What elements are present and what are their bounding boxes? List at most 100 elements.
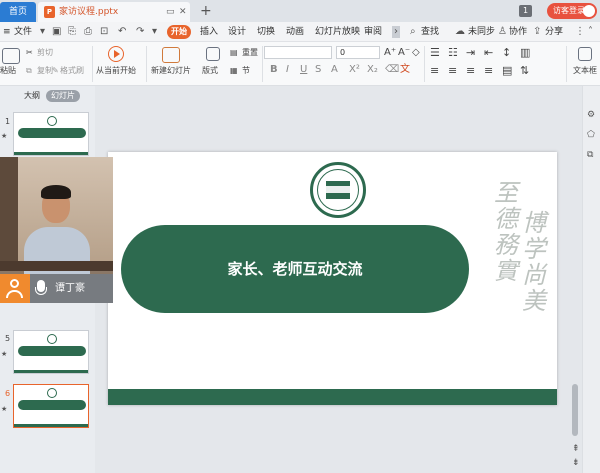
scrollbar-thumb[interactable] xyxy=(572,384,578,436)
tab-file[interactable]: P 家访议程.pptx ▭ ✕ xyxy=(38,2,190,22)
more-chevron-icon[interactable]: ▾ xyxy=(152,26,157,38)
menu-review[interactable]: 审阅 xyxy=(364,22,382,42)
menu-insert[interactable]: 插入 xyxy=(200,22,218,42)
menu-design[interactable]: 设计 xyxy=(228,22,246,42)
decrease-font-icon[interactable]: A⁻ xyxy=(398,48,410,58)
paste-button[interactable]: 粘贴 xyxy=(0,66,16,76)
font-name-select[interactable] xyxy=(264,46,332,59)
properties-icon[interactable]: ⚙ xyxy=(587,110,595,120)
menu-transition[interactable]: 切换 xyxy=(257,22,275,42)
cut-icon[interactable]: ✂ xyxy=(26,48,33,58)
section-button[interactable]: 节 xyxy=(242,66,250,76)
increase-font-icon[interactable]: A⁺ xyxy=(384,48,396,58)
text-direction-icon[interactable]: ⇅ xyxy=(520,65,529,76)
more-options-icon[interactable]: ⋮ xyxy=(575,26,585,38)
tab-slides[interactable]: 幻灯片 xyxy=(46,90,80,102)
menu-slideshow[interactable]: 幻灯片放映 xyxy=(315,22,360,42)
sync-status[interactable]: 未同步 xyxy=(468,22,495,42)
save-icon[interactable]: ▣ xyxy=(52,26,61,38)
menu-more-icon[interactable]: › xyxy=(392,26,400,38)
reset-button[interactable]: 重置 xyxy=(242,48,258,58)
new-slide-button[interactable]: 新建幻灯片 xyxy=(151,66,191,76)
print-icon[interactable]: ⎙ xyxy=(84,26,92,38)
search-label[interactable]: 查找 xyxy=(421,22,439,42)
play-from-current-button[interactable]: 从当前开始 xyxy=(96,66,136,76)
align-left-icon[interactable]: ≡ xyxy=(430,65,439,76)
logo-script xyxy=(319,186,357,193)
window-count-badge[interactable]: 1 xyxy=(519,5,532,17)
hamburger-icon[interactable]: ≡ xyxy=(3,22,11,42)
scroll-down-icon[interactable]: ⇟ xyxy=(572,458,580,468)
subscript-icon[interactable]: X₂ xyxy=(367,64,378,76)
undo-icon[interactable]: ↶ xyxy=(118,26,126,38)
thumbnail-band xyxy=(18,400,86,410)
play-icon[interactable] xyxy=(108,46,124,62)
export-icon[interactable]: ⎘ xyxy=(68,26,76,38)
text-box-icon[interactable] xyxy=(578,47,592,61)
font-size-select[interactable]: 0 xyxy=(336,46,380,59)
slide-thumbnail-5[interactable] xyxy=(13,330,89,374)
format-painter-icon[interactable]: ✎ xyxy=(52,66,59,76)
share-icon[interactable]: ⇪ xyxy=(533,26,541,38)
close-tab-icon[interactable]: ✕ xyxy=(179,6,187,18)
share-label[interactable]: 分享 xyxy=(545,22,563,42)
new-slide-icon[interactable] xyxy=(162,47,180,63)
justify-icon[interactable]: ≡ xyxy=(484,65,493,76)
title-bar: 首页 P 家访议程.pptx ▭ ✕ + 1 访客登录 xyxy=(0,0,600,22)
indent-icon[interactable]: ⇥ xyxy=(466,47,475,58)
menu-animation[interactable]: 动画 xyxy=(286,22,304,42)
paste-icon[interactable] xyxy=(2,48,20,64)
copy-icon[interactable]: ⧉ xyxy=(26,66,32,76)
format-painter-button[interactable]: 格式刷 xyxy=(60,66,84,76)
menu-file[interactable]: 文件 xyxy=(14,22,32,42)
bullets-icon[interactable]: ☰ xyxy=(430,47,440,58)
collapse-ribbon-icon[interactable]: ˄ xyxy=(588,26,593,38)
eraser-icon[interactable]: ⌫ xyxy=(385,64,399,76)
phonetic-icon[interactable]: 文 xyxy=(400,64,410,76)
tab-home[interactable]: 首页 xyxy=(0,2,36,22)
clear-format-icon[interactable]: ◇ xyxy=(412,48,420,58)
cloud-icon[interactable]: ☁ xyxy=(455,26,465,38)
select-pane-icon[interactable]: ⧉ xyxy=(587,150,593,160)
thumbnail-number: 1 xyxy=(5,117,11,126)
distribute-icon[interactable]: ▤ xyxy=(502,65,512,76)
italic-icon[interactable]: I xyxy=(286,64,289,76)
chevron-down-icon[interactable]: ▾ xyxy=(40,26,45,38)
add-tab-button[interactable]: + xyxy=(200,3,212,19)
slide-thumbnail-1[interactable] xyxy=(13,112,89,156)
print-preview-icon[interactable]: ⊡ xyxy=(100,26,108,38)
bold-icon[interactable]: B xyxy=(270,64,278,76)
line-spacing-icon[interactable]: ↕ xyxy=(502,47,511,58)
scroll-up-icon[interactable]: ⇞ xyxy=(572,444,580,454)
outdent-icon[interactable]: ⇤ xyxy=(484,47,493,58)
guest-login-button[interactable]: 访客登录 xyxy=(547,3,597,19)
right-toolbar xyxy=(582,86,600,473)
search-icon[interactable]: ⌕ xyxy=(410,26,416,38)
layout-button[interactable]: 版式 xyxy=(202,66,218,76)
window-restore-icon[interactable]: ▭ xyxy=(166,6,175,18)
collab-label[interactable]: 协作 xyxy=(509,22,527,42)
cut-button[interactable]: 剪切 xyxy=(37,48,53,58)
participant-icon[interactable] xyxy=(0,274,30,303)
align-right-icon[interactable]: ≡ xyxy=(466,65,475,76)
layout-icon[interactable] xyxy=(206,47,220,61)
slide-thumbnail-6[interactable] xyxy=(13,384,89,428)
font-color-icon[interactable]: A xyxy=(331,64,338,76)
numbering-icon[interactable]: ☷ xyxy=(448,47,458,58)
columns-icon[interactable]: ▥ xyxy=(520,47,530,58)
shapes-icon[interactable]: ⬠ xyxy=(587,130,595,140)
redo-icon[interactable]: ↷ xyxy=(136,26,144,38)
current-slide[interactable]: 家长、老师互动交流 至德務實 博学尚美 xyxy=(108,152,557,405)
highlight-icon[interactable]: X² xyxy=(349,64,360,76)
menu-start-tab[interactable]: 开始 xyxy=(167,25,191,39)
reset-icon[interactable]: ▤ xyxy=(230,48,238,58)
underline-icon[interactable]: U xyxy=(300,64,307,76)
slide-title[interactable]: 家长、老师互动交流 xyxy=(121,225,469,313)
collab-user-icon[interactable]: ♙ xyxy=(498,26,507,38)
copy-button[interactable]: 复制 xyxy=(37,66,53,76)
tab-outline[interactable]: 大纲 xyxy=(24,90,40,102)
section-icon[interactable]: ▦ xyxy=(230,66,238,76)
align-center-icon[interactable]: ≡ xyxy=(448,65,457,76)
shadow-icon[interactable]: S xyxy=(315,64,321,76)
text-box-button[interactable]: 文本框 xyxy=(573,66,597,76)
